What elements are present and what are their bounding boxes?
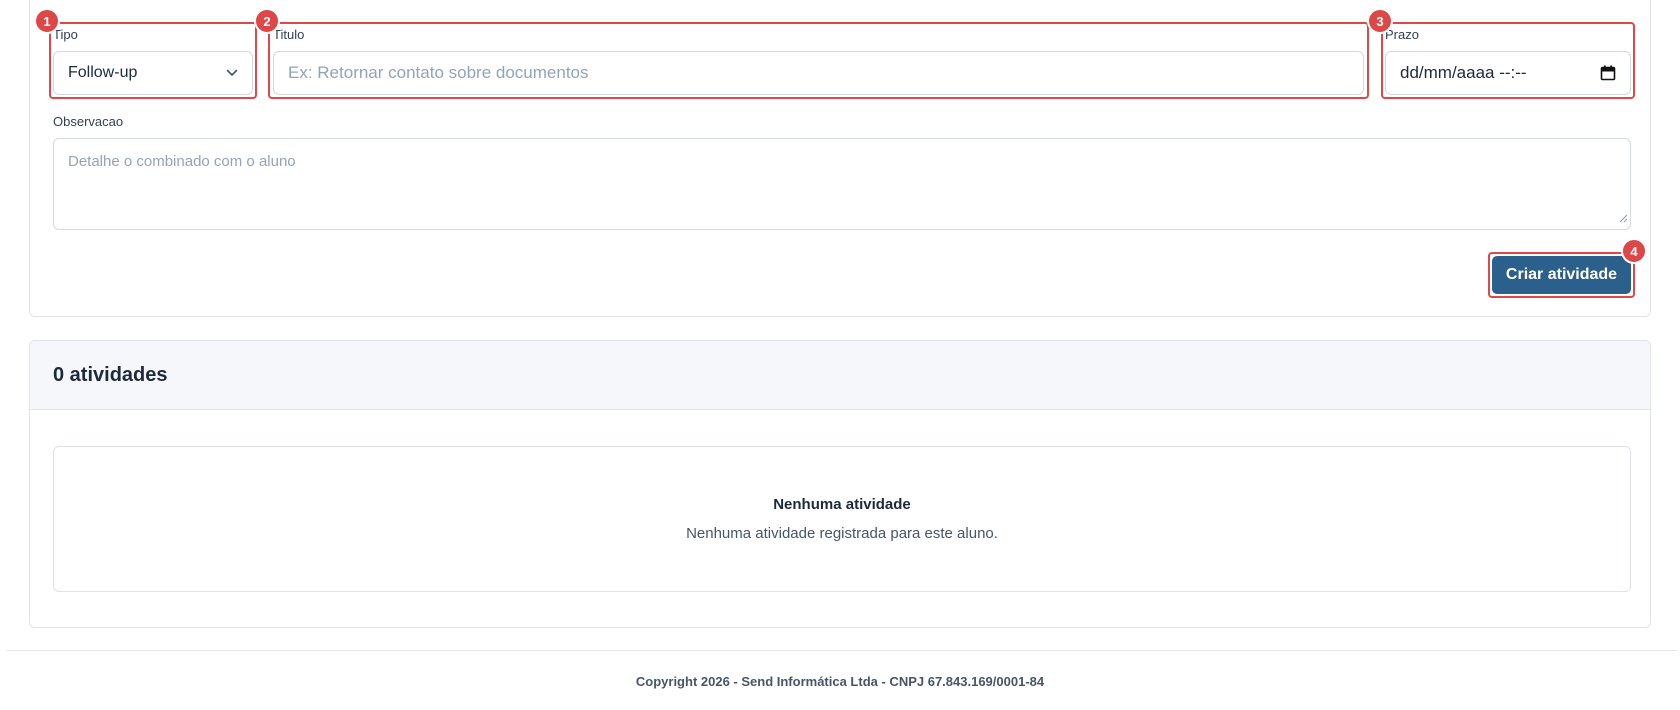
annotation-badge-1: 1: [34, 8, 60, 34]
annotation-badge-4: 4: [1621, 238, 1647, 264]
criar-atividade-button[interactable]: Criar atividade: [1492, 256, 1631, 294]
titulo-label: Titulo: [273, 27, 305, 42]
calendar-icon[interactable]: [1600, 65, 1616, 81]
observacao-textarea[interactable]: Detalhe o combinado com o aluno: [53, 138, 1631, 230]
resize-handle-icon[interactable]: [1618, 210, 1628, 227]
footer-divider: [7, 650, 1677, 651]
empty-state-message: Nenhuma atividade registrada para este a…: [686, 525, 998, 542]
annotation-badge-2: 2: [254, 8, 280, 34]
annotation-badge-3: 3: [1367, 8, 1393, 34]
empty-state-title: Nenhuma atividade: [773, 496, 911, 513]
tipo-select[interactable]: Follow-up: [53, 51, 253, 95]
prazo-datetime-input[interactable]: dd/mm/aaaa --:--: [1385, 51, 1631, 95]
chevron-down-icon: [226, 69, 238, 77]
empty-state: Nenhuma atividade Nenhuma atividade regi…: [53, 446, 1631, 592]
titulo-input[interactable]: Ex: Retornar contato sobre documentos: [273, 51, 1364, 95]
footer-copyright: Copyright 2026 - Send Informática Ltda -…: [635, 674, 1045, 689]
observacao-placeholder: Detalhe o combinado com o aluno: [68, 153, 296, 170]
titulo-placeholder: Ex: Retornar contato sobre documentos: [288, 63, 589, 82]
prazo-value: dd/mm/aaaa --:--: [1400, 63, 1527, 82]
activities-card: 0 atividades Nenhuma atividade Nenhuma a…: [29, 340, 1651, 628]
prazo-label: Prazo: [1385, 27, 1419, 42]
observacao-label: Observacao: [53, 114, 124, 129]
activities-count-title: 0 atividades: [30, 341, 1650, 410]
tipo-select-value: Follow-up: [68, 64, 138, 81]
